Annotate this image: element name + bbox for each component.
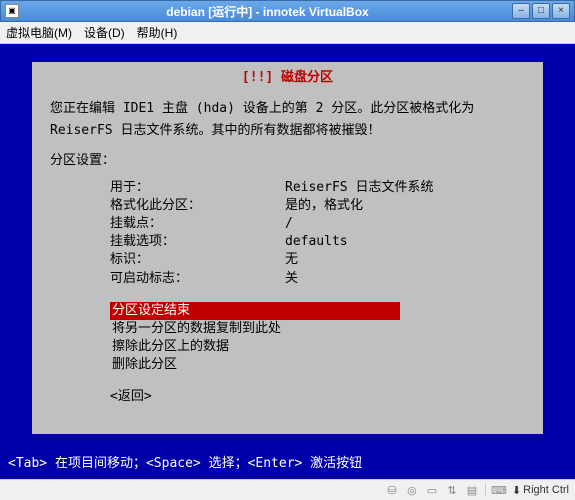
- minimize-button[interactable]: –: [512, 3, 530, 19]
- action-erase-data[interactable]: 擦除此分区上的数据: [110, 338, 525, 356]
- menu-machine[interactable]: 虚拟电脑(M): [6, 24, 72, 41]
- setting-use-as[interactable]: 用于： ReiserFS 日志文件系统: [110, 179, 525, 197]
- dialog-title: [!!] 磁盘分区: [242, 70, 333, 85]
- window-titlebar: ▣ debian [运行中] - innotek VirtualBox – □ …: [0, 0, 575, 22]
- vm-display[interactable]: [!!] 磁盘分区 您正在编辑 IDE1 主盘 (hda) 设备上的第 2 分区…: [0, 44, 575, 479]
- close-button[interactable]: ×: [552, 3, 570, 19]
- status-bar: ⛁ ◎ ▭ ⇅ ▤ ⌨ ⬇ Right Ctrl: [0, 479, 575, 500]
- setting-mount-point[interactable]: 挂载点： /: [110, 215, 525, 233]
- menu-devices[interactable]: 设备(D): [84, 24, 125, 41]
- action-copy-data[interactable]: 将另一分区的数据复制到此处: [110, 320, 525, 338]
- menu-help[interactable]: 帮助(H): [137, 24, 178, 41]
- setting-label[interactable]: 标识： 无: [110, 251, 525, 269]
- setting-format[interactable]: 格式化此分区： 是的，格式化: [110, 197, 525, 215]
- settings-label: 分区设置：: [50, 152, 525, 170]
- arrow-down-icon: ⬇: [512, 484, 521, 497]
- dialog-title-row: [!!] 磁盘分区: [50, 66, 525, 85]
- floppy-icon: ▭: [425, 483, 439, 497]
- installer-dialog: [!!] 磁盘分区 您正在编辑 IDE1 主盘 (hda) 设备上的第 2 分区…: [32, 62, 543, 434]
- mouse-capture-icon: ⌨: [492, 483, 506, 497]
- separator: [485, 483, 486, 497]
- menu-bar: 虚拟电脑(M) 设备(D) 帮助(H): [0, 22, 575, 44]
- key-hints: <Tab> 在项目间移动；<Space> 选择；<Enter> 激活按钮: [8, 452, 362, 471]
- maximize-button[interactable]: □: [532, 3, 550, 19]
- action-delete-partition[interactable]: 删除此分区: [110, 356, 525, 374]
- window-title: debian [运行中] - innotek VirtualBox: [23, 3, 512, 20]
- description-line2: ReiserFS 日志文件系统。其中的所有数据都将被摧毁！: [50, 122, 525, 140]
- setting-bootable[interactable]: 可启动标志： 关: [110, 270, 525, 288]
- shared-folder-icon: ▤: [465, 483, 479, 497]
- description-line1: 您正在编辑 IDE1 主盘 (hda) 设备上的第 2 分区。此分区被格式化为: [50, 100, 525, 118]
- host-key-label: ⬇ Right Ctrl: [512, 484, 569, 497]
- partition-settings: 用于： ReiserFS 日志文件系统 格式化此分区： 是的，格式化 挂载点： …: [110, 179, 525, 288]
- action-done-setting-partition[interactable]: 分区设定结束: [110, 302, 400, 320]
- setting-mount-options[interactable]: 挂载选项： defaults: [110, 233, 525, 251]
- hdd-icon: ⛁: [385, 483, 399, 497]
- go-back-button[interactable]: <返回>: [110, 388, 525, 406]
- cd-icon: ◎: [405, 483, 419, 497]
- action-list: 分区设定结束 将另一分区的数据复制到此处 擦除此分区上的数据 删除此分区: [110, 302, 525, 375]
- window-controls: – □ ×: [512, 3, 570, 19]
- app-icon: ▣: [5, 4, 19, 18]
- network-icon: ⇅: [445, 483, 459, 497]
